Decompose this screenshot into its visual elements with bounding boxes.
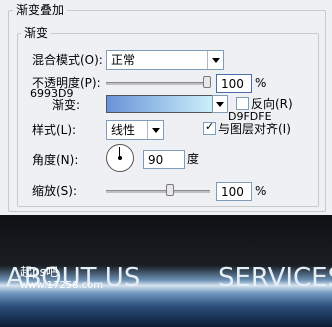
style-value: 线性 bbox=[111, 123, 136, 137]
opacity-slider-track[interactable] bbox=[106, 82, 210, 85]
checkmark-icon: ✓ bbox=[205, 120, 215, 133]
gradient-dropdown-button[interactable] bbox=[212, 95, 228, 113]
angle-input[interactable]: 90 bbox=[143, 150, 185, 169]
watermark: 起ps吧 www.17258.com bbox=[20, 265, 103, 293]
opacity-unit: % bbox=[255, 76, 267, 90]
subgroup-title: 渐变 bbox=[21, 26, 52, 40]
angle-dial[interactable] bbox=[106, 144, 134, 172]
scale-label: 缩放(S): bbox=[32, 184, 78, 198]
gradient-label: 渐变: bbox=[52, 98, 81, 112]
scale-slider-track[interactable] bbox=[106, 190, 210, 193]
blend-mode-label: 混合模式(O): bbox=[32, 53, 103, 67]
watermark-url: www.17258.com bbox=[20, 280, 104, 291]
opacity-slider-thumb[interactable] bbox=[203, 76, 211, 88]
gradient-overlay-panel: 渐变叠加 渐变 混合模式(O): 正常 不透明度(P): 100 % 6993D… bbox=[0, 0, 332, 215]
style-select[interactable]: 线性 bbox=[106, 120, 164, 140]
scale-unit: % bbox=[255, 184, 267, 198]
angle-label: 角度(N): bbox=[32, 153, 79, 167]
angle-unit: 度 bbox=[187, 152, 200, 166]
angle-dial-center bbox=[118, 156, 122, 160]
opacity-input[interactable]: 100 bbox=[216, 74, 252, 93]
scale-input[interactable]: 100 bbox=[216, 182, 252, 201]
watermark-text: 起ps吧 bbox=[20, 265, 58, 279]
chevron-down-icon[interactable] bbox=[147, 121, 163, 139]
chevron-down-icon bbox=[216, 102, 224, 107]
group-title: 渐变叠加 bbox=[13, 3, 68, 17]
gradient-picker[interactable] bbox=[106, 95, 228, 113]
chevron-down-icon[interactable] bbox=[207, 51, 223, 69]
style-label: 样式(L): bbox=[32, 123, 77, 137]
align-with-layer-label: 与图层对齐(I) bbox=[218, 122, 291, 136]
blend-mode-value: 正常 bbox=[111, 53, 136, 67]
banner-services: SERVICES bbox=[218, 263, 332, 293]
align-with-layer-checkbox[interactable]: ✓ bbox=[203, 120, 216, 135]
scale-slider-thumb[interactable] bbox=[166, 184, 174, 196]
blend-mode-select[interactable]: 正常 bbox=[106, 50, 224, 70]
preview-banner: ABOUT US SERVICES 起ps吧 www.17258.com bbox=[0, 215, 332, 327]
